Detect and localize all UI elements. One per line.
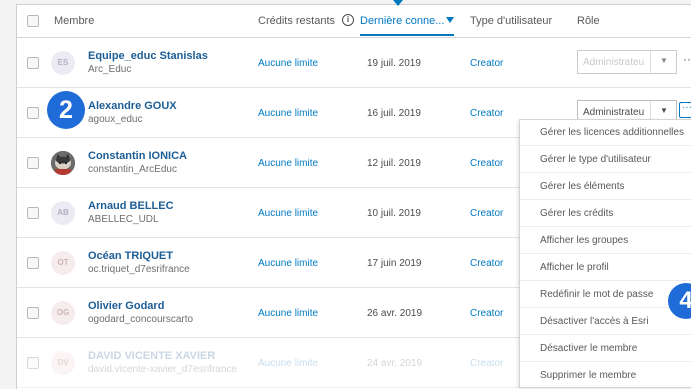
avatar-photo — [51, 151, 75, 175]
member-username: ABELLEC_UDL — [88, 214, 159, 225]
member-name-link[interactable]: Arnaud BELLEC — [88, 200, 174, 212]
last-login-date: 10 juil. 2019 — [367, 208, 421, 219]
user-type-link[interactable]: Creator — [470, 108, 503, 119]
member-name-link[interactable]: Océan TRIQUET — [88, 250, 173, 262]
table-header: Membre Crédits restants i Dernière conne… — [17, 5, 691, 38]
cat-photo-icon — [51, 151, 75, 175]
menu-item-show-profile[interactable]: Afficher le profil — [520, 255, 691, 281]
chevron-down-icon: ▼ — [660, 56, 668, 65]
member-username: constantin_ArcEduc — [88, 164, 177, 175]
pointer-arrow-icon — [393, 0, 403, 6]
menu-item-manage-licenses[interactable]: Gérer les licences additionnelles — [520, 120, 691, 146]
member-username: Arc_Educ — [88, 64, 132, 75]
menu-item-reset-password[interactable]: Redéfinir le mot de passe — [520, 282, 691, 308]
row-checkbox[interactable] — [27, 257, 39, 269]
ellipsis-icon[interactable]: ··· — [679, 102, 691, 118]
menu-item-manage-credits[interactable]: Gérer les crédits — [520, 201, 691, 227]
member-name-link[interactable]: Olivier Godard — [88, 300, 164, 312]
user-type-link[interactable]: Creator — [470, 258, 503, 269]
header-last-login-label: Dernière conne... — [360, 15, 445, 27]
table-row: ES Equipe_educ Stanislas Arc_Educ Aucune… — [17, 38, 691, 88]
last-login-date: 16 juil. 2019 — [367, 108, 421, 119]
role-select-value: Administrateu — [583, 57, 645, 68]
role-select-value: Administrateu — [583, 107, 645, 118]
credits-link[interactable]: Aucune limite — [258, 358, 318, 369]
ellipsis-icon[interactable]: ··· — [683, 52, 691, 66]
user-type-link[interactable]: Creator — [470, 208, 503, 219]
last-login-date: 24 avr. 2019 — [367, 358, 423, 369]
header-role[interactable]: Rôle — [577, 15, 600, 27]
member-username: agoux_educ — [88, 114, 143, 125]
credits-link[interactable]: Aucune limite — [258, 158, 318, 169]
header-member[interactable]: Membre — [54, 15, 94, 27]
member-username: ogodard_concourscarto — [88, 314, 194, 325]
member-username: oc.triquet_d7esrifrance — [88, 264, 190, 275]
user-type-link[interactable]: Creator — [470, 358, 503, 369]
member-name-link[interactable]: Equipe_educ Stanislas — [88, 50, 208, 62]
menu-item-label: Redéfinir le mot de passe — [540, 289, 654, 300]
member-username: david.vicente-xavier_d7esrifrance — [88, 364, 237, 375]
step-badge-2: 2 — [47, 91, 85, 129]
credits-link[interactable]: Aucune limite — [258, 58, 318, 69]
menu-item-disable-member[interactable]: Désactiver le membre — [520, 336, 691, 362]
row-checkbox[interactable] — [27, 307, 39, 319]
user-type-link[interactable]: Creator — [470, 58, 503, 69]
caret-down-icon — [446, 17, 455, 23]
menu-item-manage-user-type[interactable]: Gérer le type d'utilisateur — [520, 147, 691, 173]
header-credits[interactable]: Crédits restants — [258, 15, 335, 27]
menu-item-label: Désactiver l'accès à Esri — [540, 316, 649, 327]
credits-link[interactable]: Aucune limite — [258, 108, 318, 119]
last-login-date: 17 juin 2019 — [367, 258, 422, 269]
user-type-link[interactable]: Creator — [470, 308, 503, 319]
member-name-link[interactable]: Constantin IONICA — [88, 150, 187, 162]
credits-link[interactable]: Aucune limite — [258, 208, 318, 219]
menu-item-disable-esri-access[interactable]: Désactiver l'accès à Esri — [520, 309, 691, 335]
menu-item-label: Afficher les groupes — [540, 235, 629, 246]
menu-item-label: Gérer le type d'utilisateur — [540, 154, 651, 165]
member-name-link[interactable]: Alexandre GOUX — [88, 100, 177, 112]
menu-item-show-groups[interactable]: Afficher les groupes — [520, 228, 691, 254]
avatar: ES — [51, 51, 75, 75]
row-checkbox[interactable] — [27, 57, 39, 69]
menu-item-label: Gérer les crédits — [540, 208, 614, 219]
member-actions-menu: Gérer les licences additionnelles Gérer … — [519, 119, 691, 389]
user-type-link[interactable]: Creator — [470, 158, 503, 169]
avatar: OG — [51, 301, 75, 325]
menu-item-label: Afficher le profil — [540, 262, 609, 273]
row-checkbox[interactable] — [27, 207, 39, 219]
last-login-date: 26 avr. 2019 — [367, 308, 423, 319]
member-name-link[interactable]: DAVID VICENTE XAVIER — [88, 350, 215, 362]
menu-item-label: Gérer les licences additionnelles — [540, 127, 684, 138]
select-all-checkbox[interactable] — [27, 15, 39, 27]
credits-link[interactable]: Aucune limite — [258, 308, 318, 319]
credits-link[interactable]: Aucune limite — [258, 258, 318, 269]
menu-item-manage-items[interactable]: Gérer les éléments — [520, 174, 691, 200]
last-login-date: 12 juil. 2019 — [367, 158, 421, 169]
menu-item-label: Supprimer le membre — [540, 370, 637, 381]
header-user-type[interactable]: Type d'utilisateur — [470, 15, 552, 27]
menu-item-label: Gérer les éléments — [540, 181, 625, 192]
avatar: AB — [51, 201, 75, 225]
chevron-down-icon: ▼ — [660, 106, 668, 115]
avatar: OT — [51, 251, 75, 275]
last-login-date: 19 juil. 2019 — [367, 58, 421, 69]
info-circle-icon[interactable]: i — [342, 14, 354, 26]
row-checkbox[interactable] — [27, 157, 39, 169]
menu-item-delete-member[interactable]: Supprimer le membre — [520, 363, 691, 389]
row-checkbox[interactable] — [27, 107, 39, 119]
menu-item-label: Désactiver le membre — [540, 343, 638, 354]
avatar: DV — [51, 351, 75, 375]
role-select[interactable]: Administrateu ▼ — [577, 50, 677, 74]
row-checkbox[interactable] — [27, 357, 39, 369]
select-divider — [650, 51, 651, 73]
header-last-login[interactable]: Dernière conne... — [360, 15, 455, 36]
